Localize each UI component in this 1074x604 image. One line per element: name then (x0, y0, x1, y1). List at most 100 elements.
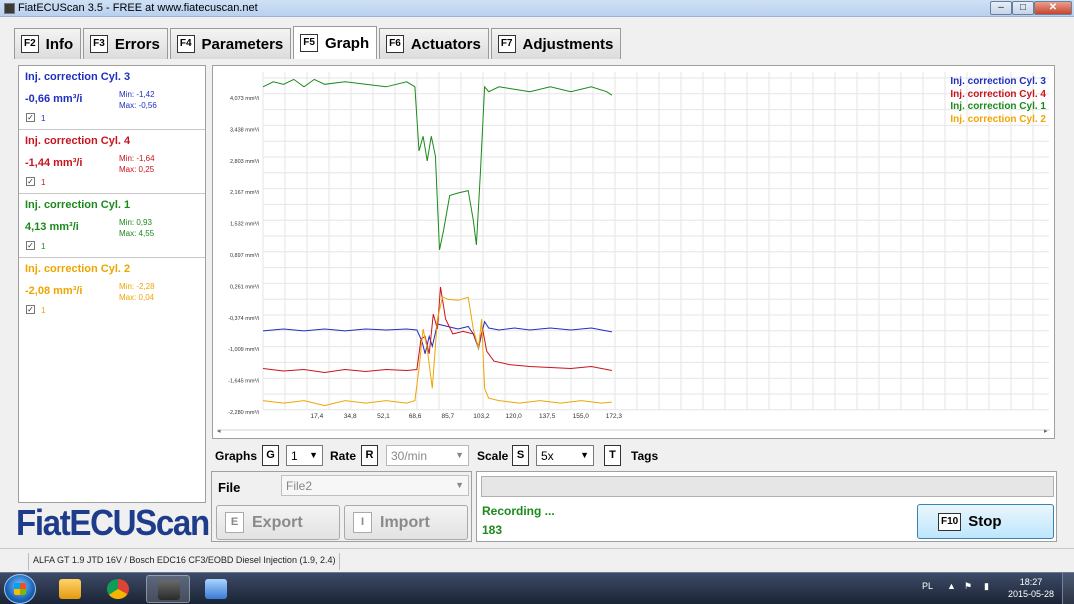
channel-minmax: Min: 0,93 Max: 4,55 (119, 217, 154, 239)
graphs-key[interactable]: G (262, 445, 279, 466)
channel-min: Min: -2,28 (119, 282, 155, 291)
tab-actuators[interactable]: F6 Actuators (379, 28, 489, 59)
file-value: File2 (286, 479, 313, 493)
taskbar-chrome[interactable] (96, 575, 140, 603)
taskbar-outlook[interactable] (48, 575, 92, 603)
taskbar-control-panel[interactable] (194, 575, 238, 603)
x-tick-label: 137,5 (539, 413, 556, 420)
tab-label: Info (45, 35, 74, 53)
channel-checkbox[interactable]: ✓ (26, 241, 35, 250)
tab-key: F5 (300, 34, 318, 52)
legend-entry-cyl2: Inj. correction Cyl. 2 (950, 113, 1046, 125)
line-chart: 4,073 mm³/i 3,438 mm³/i 2,803 mm³/i 2,167 m… (217, 72, 1050, 435)
battery-icon[interactable]: ▮ (984, 581, 989, 592)
file-panel: File File2 ▼ E Export I Import (211, 471, 472, 542)
progress-bar (481, 476, 1054, 497)
y-tick-label: -0,374 mm³/i (228, 316, 259, 322)
minimize-button[interactable]: – (990, 1, 1012, 15)
flag-icon[interactable]: ⚑ (964, 581, 972, 592)
chevron-down-icon: ▼ (580, 450, 589, 460)
tab-key: F4 (176, 35, 195, 53)
stop-label: Stop (968, 513, 1002, 530)
scale-select[interactable]: 5x ▼ (536, 445, 594, 466)
tab-adjustments[interactable]: F7 Adjustments (490, 28, 622, 59)
channel-min: Min: -1,42 (119, 90, 155, 99)
channel-panel: Inj. correction Cyl. 3 -0,66 mm³/i Min: … (18, 65, 206, 503)
control-panel-icon (205, 579, 227, 599)
channel-value: -2,08 mm³/i (25, 285, 83, 297)
file-select[interactable]: File2 ▼ (281, 475, 469, 496)
tab-label: Actuators (410, 35, 481, 53)
status-panel: Recording ... 183 F10 Stop (476, 471, 1057, 542)
channel-checkbox[interactable]: ✓ (26, 305, 35, 314)
y-tick-label: -1,645 mm³/i (228, 379, 259, 385)
x-tick-label: 68,6 (409, 413, 422, 420)
x-tick-label: 172,3 (606, 413, 623, 420)
tray-arrow-icon[interactable]: ▲ (947, 581, 956, 591)
channel-min: Min: 0,93 (119, 218, 152, 227)
tags-key[interactable]: T (604, 445, 621, 466)
tags-label: Tags (631, 449, 659, 463)
export-button[interactable]: E Export (216, 505, 340, 540)
app-logo: FiatECUScan (16, 502, 210, 543)
tab-bar: F2 Info F3 Errors F4 Parameters F5 Graph F6 A… (14, 26, 623, 59)
channel-name: Inj. correction Cyl. 3 (25, 71, 131, 83)
channel-item[interactable]: Inj. correction Cyl. 1 4,13 mm³/i Min: 0… (19, 194, 205, 258)
chevron-down-icon: ▼ (455, 450, 464, 460)
tab-key: F7 (497, 35, 516, 53)
x-tick-label: 52,1 (377, 413, 390, 420)
y-tick-label: 1,532 mm³/i (230, 222, 259, 228)
x-tick-label: 103,2 (473, 413, 490, 420)
stop-button[interactable]: F10 Stop (917, 504, 1054, 539)
import-button[interactable]: I Import (344, 505, 468, 540)
y-tick-label: 2,167 mm³/i (230, 190, 259, 196)
channel-item[interactable]: Inj. correction Cyl. 2 -2,08 mm³/i Min: … (19, 258, 205, 322)
outlook-icon (59, 579, 81, 599)
graph-area[interactable]: 4,073 mm³/i 3,438 mm³/i 2,803 mm³/i 2,167 m… (212, 65, 1055, 439)
y-tick-label: 0,261 mm³/i (230, 284, 259, 290)
channel-checkbox[interactable]: ✓ (26, 113, 35, 122)
rate-label: Rate (330, 449, 357, 463)
tab-info[interactable]: F2 Info (14, 28, 82, 59)
start-button[interactable] (4, 574, 36, 604)
taskbar-fiatecuscan[interactable] (146, 575, 190, 603)
tab-parameters[interactable]: F4 Parameters (169, 28, 292, 59)
legend-entry-cyl4: Inj. correction Cyl. 4 (950, 88, 1046, 100)
rate-select[interactable]: 30/min ▼ (386, 445, 469, 466)
tab-key: F2 (21, 35, 39, 53)
clock-date: 2015-05-28 (1007, 589, 1055, 599)
channel-checkbox[interactable]: ✓ (26, 177, 35, 186)
scale-value: 5x (541, 449, 554, 463)
clock[interactable]: 18:27 2015-05-28 (1006, 576, 1056, 600)
y-tick-label: -2,280 mm³/i (228, 410, 259, 416)
maximize-button[interactable]: □ (1012, 1, 1034, 15)
show-desktop-button[interactable] (1062, 573, 1074, 604)
tab-label: Adjustments (522, 35, 614, 53)
channel-min: Min: -1,64 (119, 154, 155, 163)
app-icon (4, 3, 15, 14)
graphs-select[interactable]: 1 ▼ (286, 445, 323, 466)
rate-key[interactable]: R (361, 445, 378, 466)
channel-value: -1,44 mm³/i (25, 157, 83, 169)
tab-graph[interactable]: F5 Graph (293, 26, 378, 59)
scale-key[interactable]: S (512, 445, 529, 466)
language-indicator[interactable]: PL (922, 581, 933, 591)
sample-count: 183 (482, 523, 503, 537)
tab-errors[interactable]: F3 Errors (83, 28, 168, 59)
channel-item[interactable]: Inj. correction Cyl. 4 -1,44 mm³/i Min: … (19, 130, 205, 194)
channel-name: Inj. correction Cyl. 2 (25, 263, 131, 275)
channel-graph-index: 1 (41, 178, 46, 187)
channel-minmax: Min: -1,42 Max: -0,56 (119, 89, 157, 111)
x-tick-label: 120,0 (505, 413, 522, 420)
taskbar: PL ▲ ⚑ ▮ 18:27 2015-05-28 (0, 572, 1074, 604)
rate-value: 30/min (391, 449, 428, 463)
graph-controls: Graphs G 1 ▼ Rate R 30/min ▼ Scale S 5x ▼ T… (215, 445, 1055, 467)
channel-max: Max: 0,25 (119, 165, 155, 174)
import-label: Import (380, 513, 430, 531)
close-button[interactable]: ✕ (1034, 1, 1072, 15)
export-label: Export (252, 513, 303, 531)
channel-item[interactable]: Inj. correction Cyl. 3 -0,66 mm³/i Min: … (19, 66, 205, 130)
channel-minmax: Min: -1,64 Max: 0,25 (119, 153, 155, 175)
fiatecuscan-icon (158, 580, 180, 600)
series-line-4 (262, 296, 612, 407)
